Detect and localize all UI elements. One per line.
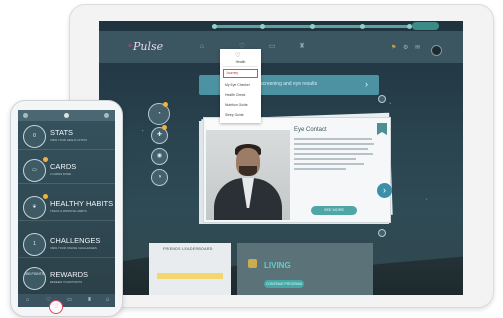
row-subtitle: 3 CARDS DONE	[50, 172, 71, 176]
phone-device: 0 STATS VIEW YOUR HEALTH STATS ▭ CARDS 3…	[10, 100, 123, 317]
trophy-icon[interactable]: ♜	[297, 42, 307, 52]
menu-item-nutrition-guide[interactable]: Nutrition Guide	[223, 102, 258, 109]
leaderboard-row[interactable]	[157, 265, 223, 271]
living-title: LIVING	[264, 261, 291, 270]
leaderboard-title: FRIENDS LEADERBOARD	[163, 247, 213, 251]
leaderboard-row[interactable]	[157, 273, 223, 279]
row-title: CHALLENGES	[50, 236, 101, 245]
row-subtitle: VIEW YOUR ONLINE CHALLENGES	[50, 246, 97, 250]
menu-row-healthy-habits[interactable]: ❦ HEALTHY HABITS TRACK & IMPROVE HABITS	[18, 194, 115, 221]
phone-tab-bar: ⌂ ♡ ▭ ♜ ☺	[18, 294, 115, 307]
row-subtitle: TRACK & IMPROVE HABITS	[50, 209, 87, 213]
notification-badge	[162, 125, 167, 130]
heart-outline-icon: ♡	[235, 53, 241, 59]
menu-row-challenges[interactable]: 1 CHALLENGES VIEW YOUR ONLINE CHALLENGES	[18, 231, 115, 258]
dropdown-header: Health	[235, 60, 246, 64]
bell-icon[interactable]	[104, 113, 109, 118]
progress-dot	[212, 24, 217, 29]
progress-dot	[360, 24, 365, 29]
menu-item-journey[interactable]: Journey	[223, 69, 258, 78]
phone-header	[18, 110, 115, 121]
habits-icon: ❦	[23, 196, 46, 219]
small-node[interactable]	[378, 95, 386, 103]
top-pill-button[interactable]	[412, 22, 439, 30]
menu-row-rewards[interactable]: 350 POINTS REWARDS REDEEM YOUR POINTS	[18, 265, 115, 291]
cards-icon: ▭	[23, 159, 46, 182]
home-icon[interactable]: ⌂	[197, 42, 207, 52]
row-title: STATS	[50, 128, 74, 137]
menu-row-cards[interactable]: ▭ CARDS 3 CARDS DONE	[18, 157, 115, 184]
settings-icon[interactable]: ⚙	[403, 44, 408, 51]
bookmark-icon[interactable]	[377, 123, 387, 135]
menu-icon[interactable]	[23, 113, 28, 118]
phone-screen: 0 STATS VIEW YOUR HEALTH STATS ▭ CARDS 3…	[18, 110, 115, 307]
progress-dot	[260, 24, 265, 29]
card-text	[294, 143, 374, 145]
card-photo	[206, 120, 290, 220]
divider	[223, 66, 258, 67]
living-program-panel: LIVING CONTINUE PROGRAM	[237, 243, 373, 295]
rewards-points-badge: 350 POINTS	[23, 267, 46, 290]
logo-mark-icon: ✦	[127, 43, 133, 50]
row-subtitle: VIEW YOUR HEALTH STATS	[50, 138, 87, 142]
card-text	[294, 148, 368, 150]
next-card-button[interactable]: ›	[377, 183, 392, 198]
row-title: CARDS	[50, 162, 77, 171]
rewards-icon[interactable]: ⚑	[391, 44, 396, 51]
notification-badge	[43, 194, 48, 199]
cards-icon[interactable]: ▭	[66, 297, 73, 304]
menu-item-sleep-guide[interactable]: Sleep Guide	[223, 112, 258, 119]
progress-dot	[310, 24, 315, 29]
menu-row-stats[interactable]: 0 STATS VIEW YOUR HEALTH STATS	[18, 123, 115, 150]
journey-progress-bar	[212, 24, 412, 29]
notification-badge	[43, 157, 48, 162]
program-icon	[248, 259, 257, 268]
stats-badge: 0	[23, 125, 46, 148]
card-title: Eye Contact	[294, 127, 327, 133]
menu-item-health-check[interactable]: Health Check	[223, 92, 258, 99]
home-icon[interactable]: ⌂	[24, 297, 31, 304]
photo-person-beard	[239, 166, 257, 176]
tablet-navbar: ✦ Pulse ⌂ ♡ ▭ ♜ ⚑ ⚙ ✉	[99, 31, 463, 63]
card-text	[294, 163, 364, 165]
small-node[interactable]	[378, 229, 386, 237]
health-heart-button[interactable]: ♡	[49, 300, 63, 314]
profile-icon[interactable]: ☺	[104, 297, 111, 304]
avatar[interactable]	[431, 45, 442, 56]
health-dropdown-menu: ♡ Health Journey My Eye Checker Health C…	[220, 49, 261, 123]
card-text	[294, 153, 373, 155]
leaderboard-row[interactable]	[157, 281, 223, 287]
card-text	[294, 138, 372, 140]
menu-item-my-eye-checker[interactable]: My Eye Checker	[223, 82, 258, 89]
challenges-badge: 1	[23, 233, 46, 256]
card-text	[294, 158, 356, 160]
row-title: REWARDS	[50, 270, 89, 279]
logo-icon[interactable]	[64, 113, 69, 118]
trophy-icon[interactable]: ♜	[86, 297, 93, 304]
eye-contact-card: Eye Contact SEE MORE	[203, 117, 391, 223]
see-more-button[interactable]: SEE MORE	[311, 206, 357, 215]
banner-text: ...screening and eye results	[256, 81, 318, 87]
journey-node-4[interactable]: ◑	[151, 169, 168, 186]
friends-leaderboard: FRIENDS LEADERBOARD	[149, 243, 231, 295]
leaderboard-row[interactable]	[157, 257, 223, 263]
tablet-screen: ✦ Pulse ⌂ ♡ ▭ ♜ ⚑ ⚙ ✉ ♡ Health Journey M…	[99, 21, 463, 295]
journey-node-3[interactable]: ◉	[151, 148, 168, 165]
notification-icon[interactable]: ✉	[415, 44, 420, 51]
row-subtitle: REDEEM YOUR POINTS	[50, 280, 82, 284]
notification-badge	[163, 102, 168, 107]
continue-program-button[interactable]: CONTINUE PROGRAM	[264, 280, 304, 288]
app-logo[interactable]: Pulse	[133, 40, 163, 53]
row-title: HEALTHY HABITS	[50, 199, 114, 208]
cards-icon[interactable]: ▭	[267, 42, 277, 52]
card-text	[294, 168, 346, 170]
tablet-device: ✦ Pulse ⌂ ♡ ▭ ♜ ⚑ ⚙ ✉ ♡ Health Journey M…	[69, 4, 494, 308]
leaderboard-row[interactable]	[157, 289, 223, 295]
chevron-right-icon: ›	[365, 79, 368, 89]
